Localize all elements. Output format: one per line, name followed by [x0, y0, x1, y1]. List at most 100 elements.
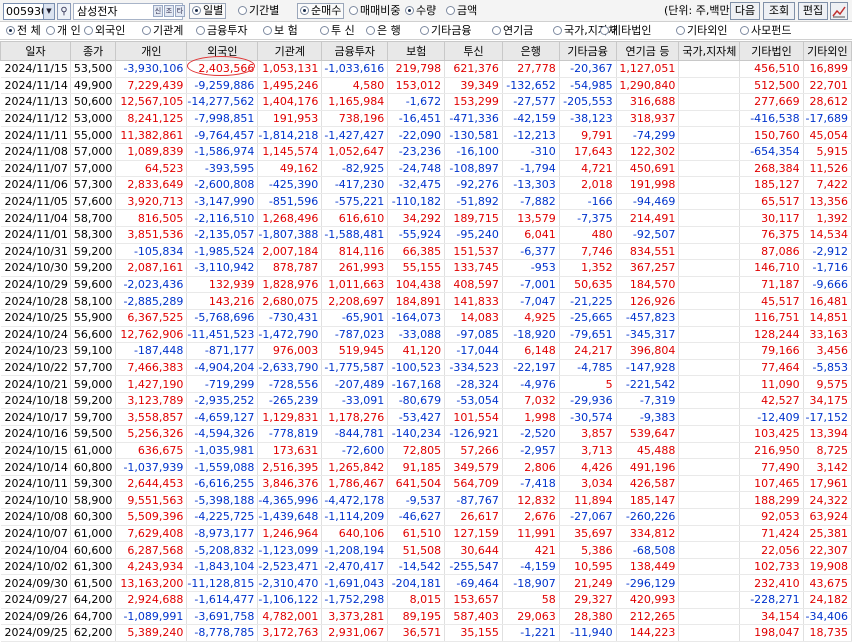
table-row[interactable]: 2024/11/01 58,300 3,851,536 -2,135,057 -1,80… — [0, 226, 852, 244]
table-cell — [678, 525, 741, 543]
table-cell: 185,147 — [616, 491, 680, 510]
table-row[interactable]: 2024/11/12 53,000 8,241,125 -7,998,851 191,9… — [0, 110, 852, 128]
filter-radio-2[interactable]: 외국인 — [84, 24, 125, 38]
table-row[interactable]: 2024/10/22 57,700 7,466,383 -4,904,204 -2,63… — [0, 359, 852, 377]
column-header[interactable]: 일자 — [0, 41, 71, 61]
table-cell: 5,386 — [559, 541, 617, 559]
filter-radio-9[interactable]: 연기금 — [492, 24, 533, 38]
table-cell — [678, 326, 741, 344]
table-row[interactable]: 2024/09/30 61,500 13,163,200 -11,128,815 -2,… — [0, 574, 852, 592]
radio-net-buy[interactable]: 순매수 — [297, 3, 345, 19]
table-row[interactable]: 2024/11/13 50,600 12,567,105 -14,277,562 1,4… — [0, 93, 852, 111]
table-cell: 512,500 — [739, 77, 804, 95]
table-cell: 51,508 — [387, 541, 446, 559]
filter-radio-8[interactable]: 기타금융 — [420, 24, 471, 38]
filter-label: 기타금융 — [431, 24, 472, 37]
table-cell: 4,782,001 — [257, 608, 323, 626]
column-header[interactable]: 국가,지자체 — [678, 41, 741, 61]
column-header[interactable]: 연기금 등 — [615, 41, 680, 61]
column-header[interactable]: 은행 — [501, 41, 560, 61]
table-row[interactable]: 2024/11/14 49,900 7,229,439 -9,259,886 1,495… — [0, 77, 852, 95]
column-header[interactable]: 금융투자 — [321, 41, 389, 61]
table-cell: 420,993 — [616, 591, 680, 609]
table-row[interactable]: 2024/10/21 59,000 1,427,190 -719,299 -728,55… — [0, 375, 852, 393]
filter-radio-3[interactable]: 기관계 — [142, 24, 183, 38]
table-row[interactable]: 2024/10/23 59,100 -187,448 -871,177 976,003 5… — [0, 342, 852, 360]
filter-radio-7[interactable]: 은 행 — [366, 24, 401, 38]
table-row[interactable]: 2024/09/25 62,200 5,389,240 -8,778,785 3,172… — [0, 624, 852, 642]
table-row[interactable]: 2024/09/27 64,200 2,924,688 -1,614,477 -1,10… — [0, 591, 852, 609]
table-row[interactable]: 2024/11/08 57,000 1,089,839 -1,586,974 1,145… — [0, 143, 852, 161]
other-button[interactable]: 타 — [175, 5, 185, 17]
radio-trade-ratio[interactable]: 매매비중 — [349, 4, 400, 18]
column-header[interactable]: 개인 — [115, 41, 188, 61]
table-row[interactable]: 2024/10/07 61,000 7,629,408 -8,973,177 1,246… — [0, 525, 852, 543]
table-row[interactable]: 2024/11/15 53,500 -3,930,106 2,403,566 1,053… — [0, 60, 852, 78]
table-row[interactable]: 2024/11/05 57,600 3,920,713 -3,147,990 -851,… — [0, 193, 852, 211]
table-cell: 2,676 — [502, 508, 560, 526]
chevron-down-icon[interactable]: ▼ — [43, 4, 54, 19]
table-row[interactable]: 2024/10/17 59,700 3,558,857 -4,659,127 1,129… — [0, 408, 852, 427]
table-row[interactable]: 2024/10/18 59,200 3,123,789 -2,935,252 -265,… — [0, 392, 852, 410]
table-row[interactable]: 2024/10/31 59,200 -105,834 -1,985,524 2,007,… — [0, 243, 852, 261]
table-row[interactable]: 2024/09/26 64,700 -1,089,991 -3,691,758 4,78… — [0, 608, 852, 626]
column-header[interactable]: 기타법인 — [739, 41, 804, 61]
table-row[interactable]: 2024/10/25 55,900 6,367,525 -5,768,696 -730,… — [0, 309, 852, 327]
column-header[interactable]: 기타금융 — [558, 41, 617, 61]
filter-radio-13[interactable]: 사모펀드 — [740, 24, 791, 38]
table-cell: 1,268,496 — [257, 209, 323, 227]
filter-radio-11[interactable]: 기타법인 — [600, 24, 651, 38]
table-row[interactable]: 2024/10/29 59,600 -2,023,436 132,939 1,828,9… — [0, 276, 852, 294]
radio-amount[interactable]: 금액 — [446, 4, 477, 18]
column-header[interactable]: 보험 — [387, 41, 446, 61]
magnifier-icon[interactable]: ⚲ — [57, 3, 71, 20]
filter-radio-5[interactable]: 보 험 — [263, 24, 298, 38]
new-button[interactable]: 신 — [153, 5, 163, 17]
filter-radio-6[interactable]: 투 신 — [320, 24, 355, 38]
table-cell: -851,596 — [257, 193, 323, 211]
table-cell: 62,200 — [70, 624, 117, 642]
chart-icon[interactable] — [830, 2, 848, 20]
query-button[interactable]: 조회 — [763, 2, 795, 20]
radio-period[interactable]: 기간별 — [238, 4, 279, 18]
filter-radio-12[interactable]: 기타외인 — [676, 24, 727, 38]
table-row[interactable]: 2024/11/04 58,700 816,505 -2,116,510 1,268,4… — [0, 209, 852, 227]
table-row[interactable]: 2024/10/10 58,900 9,551,563 -5,398,188 -4,36… — [0, 491, 852, 510]
filter-radio-0[interactable]: 전 체 — [6, 24, 41, 38]
table-cell: 34,154 — [739, 608, 804, 626]
filter-radio-1[interactable]: 개 인 — [46, 24, 81, 38]
table-row[interactable]: 2024/10/04 60,600 6,287,568 -5,208,832 -1,12… — [0, 541, 852, 559]
column-header[interactable]: 기관계 — [257, 41, 323, 61]
radio-daily[interactable]: 일별 — [189, 3, 227, 19]
table-row[interactable]: 2024/11/11 55,000 11,382,861 -9,764,457 -1,8… — [0, 126, 852, 144]
lookup-button[interactable]: 조 — [164, 5, 174, 17]
table-row[interactable]: 2024/10/08 60,300 5,509,396 -4,225,725 -1,43… — [0, 508, 852, 526]
radio-dot — [238, 6, 247, 15]
filter-radio-4[interactable]: 금융투자 — [196, 24, 247, 38]
table-cell: -29,936 — [559, 392, 617, 410]
table-cell: 8,725 — [803, 442, 852, 460]
table-row[interactable]: 2024/10/14 60,800 -1,037,939 -1,559,088 2,51… — [0, 458, 852, 476]
table-row[interactable]: 2024/10/30 59,200 2,087,161 -3,110,942 878,7… — [0, 259, 852, 277]
table-row[interactable]: 2024/10/15 61,000 636,675 -1,035,981 173,631… — [0, 442, 852, 460]
column-header[interactable]: 기타외인 — [802, 41, 852, 61]
table-cell — [678, 126, 741, 144]
table-row[interactable]: 2024/11/06 57,300 2,833,649 -2,600,808 -425,… — [0, 176, 852, 194]
column-header[interactable]: 외국인 — [186, 41, 259, 61]
column-header[interactable]: 투신 — [444, 41, 503, 61]
radio-quantity[interactable]: 수량 — [405, 4, 436, 18]
table-cell: 4,426 — [559, 458, 617, 476]
edit-button[interactable]: 편집 — [798, 2, 828, 20]
table-row[interactable]: 2024/10/11 59,300 2,644,453 -6,616,255 3,846… — [0, 475, 852, 493]
table-row[interactable]: 2024/10/16 59,500 5,256,326 -4,594,326 -778,… — [0, 425, 852, 443]
table-cell: 13,356 — [803, 193, 852, 211]
table-row[interactable]: 2024/10/24 56,600 12,762,906 -11,451,523 -1,… — [0, 326, 852, 344]
table-row[interactable]: 2024/11/07 57,000 64,523 -393,595 49,162 -82,… — [0, 160, 852, 178]
next-button[interactable]: 다음 — [730, 2, 760, 20]
table-cell: -27,577 — [502, 93, 560, 111]
table-cell: 116,751 — [739, 309, 804, 327]
column-header[interactable]: 종가 — [69, 41, 117, 61]
table-cell: 92,053 — [739, 508, 804, 526]
table-row[interactable]: 2024/10/28 58,100 -2,885,289 143,216 2,680,0… — [0, 292, 852, 310]
table-row[interactable]: 2024/10/02 61,300 4,243,934 -1,843,104 -2,52… — [0, 558, 852, 576]
